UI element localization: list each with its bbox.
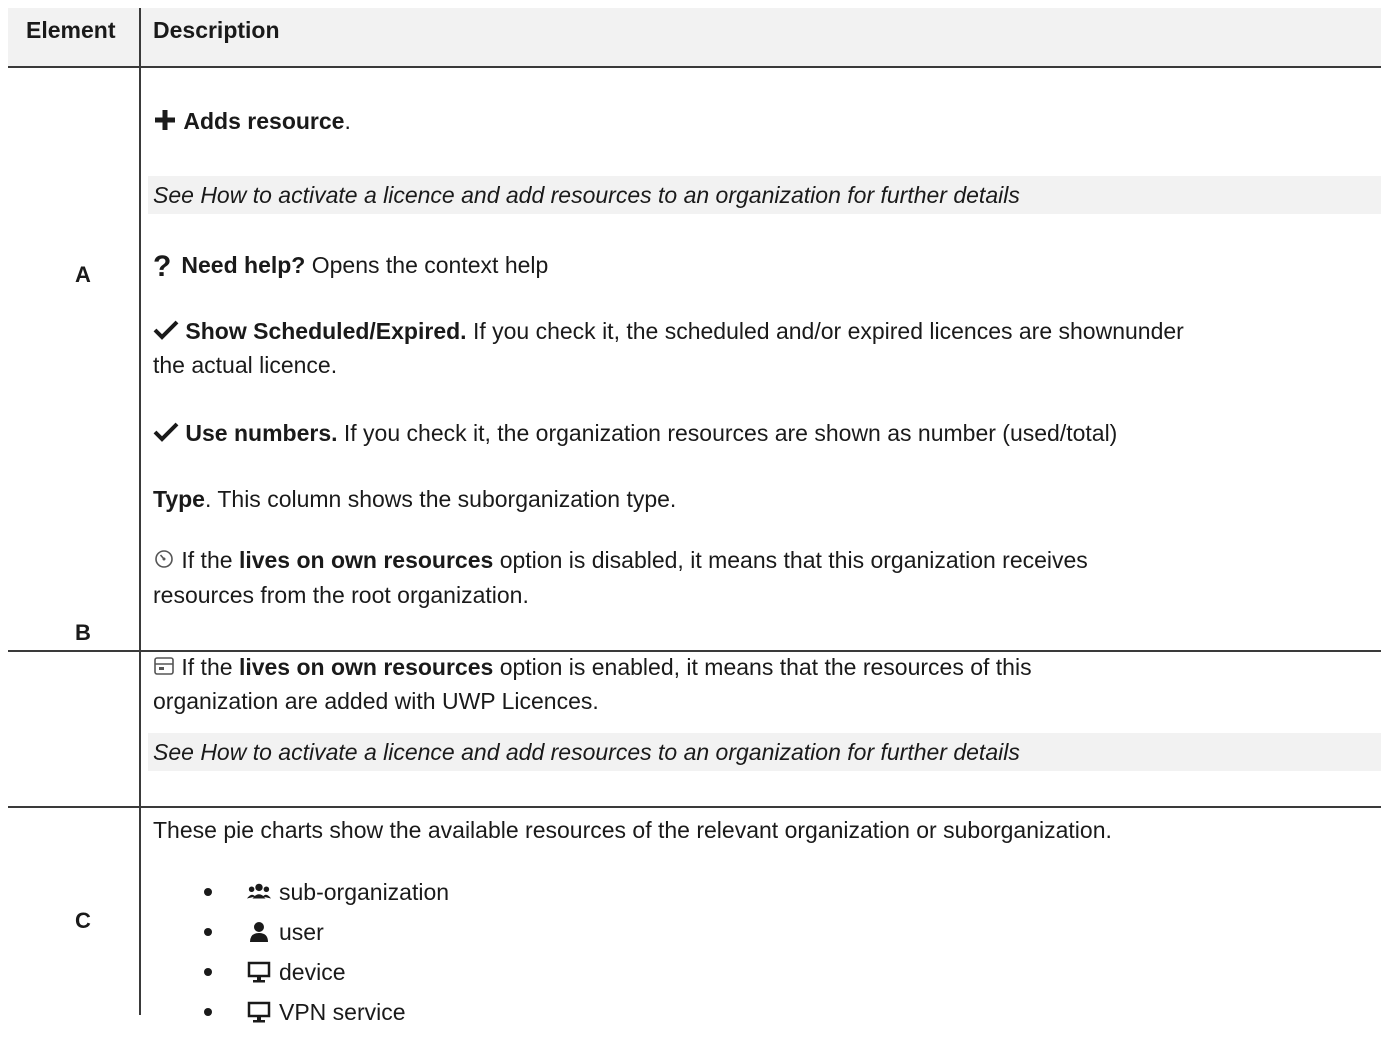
question-mark-icon: ? xyxy=(153,250,172,283)
adds-resource-line: Adds resource. xyxy=(153,108,351,138)
use-numbers-text: If you check it, the organization resour… xyxy=(337,420,1118,446)
need-help-text: Opens the context help xyxy=(305,252,549,279)
checkmark-icon xyxy=(153,421,179,449)
type-label: Type xyxy=(153,486,205,512)
plus-icon xyxy=(153,108,177,138)
type-text: . This column shows the suborganization … xyxy=(204,486,677,512)
use-numbers-line: Use numbers. If you check it, the organi… xyxy=(153,420,1117,449)
disabled-line: If the lives on own resources option is … xyxy=(153,547,1088,576)
gauge-icon xyxy=(153,548,175,576)
enabled-bold: lives on own resources xyxy=(238,654,494,680)
row-divider-b-c xyxy=(8,806,1381,808)
row-c-letter: C xyxy=(75,908,91,933)
column-divider xyxy=(139,8,141,1015)
list-item-label: sub-organization xyxy=(279,878,450,905)
type-line: Type. This column shows the suborganizat… xyxy=(153,486,676,513)
list-item-label: device xyxy=(279,958,346,985)
monitor-icon xyxy=(247,1000,271,1024)
list-item: VPN service xyxy=(153,992,449,1032)
enabled-pre: If the xyxy=(181,654,239,680)
checkmark-icon xyxy=(153,319,179,347)
users-icon xyxy=(247,880,271,904)
list-item: sub-organization xyxy=(153,872,449,912)
show-scheduled-label: Show Scheduled/Expired. xyxy=(185,318,467,344)
enabled-line-2: organization are added with UWP Licences… xyxy=(153,688,599,714)
table-header: Element Description xyxy=(8,8,1381,68)
enabled-line: If the lives on own resources option is … xyxy=(153,654,1032,682)
disabled-pre: If the xyxy=(181,547,239,573)
list-item-label: VPN service xyxy=(279,998,406,1025)
row-divider-a-b xyxy=(8,650,1381,652)
disabled-post: option is disabled, it means that this o… xyxy=(493,547,1088,573)
show-scheduled-text-2: the actual licence. xyxy=(153,352,338,378)
list-item: user xyxy=(153,912,449,952)
enabled-post: option is enabled, it means that the res… xyxy=(493,654,1032,680)
adds-resource-label: Adds resource xyxy=(183,108,345,135)
disabled-line-2: resources from the root organization. xyxy=(153,582,529,608)
resource-list: sub-organization user device VPN service xyxy=(153,872,449,1032)
row-b-letter: B xyxy=(75,620,91,645)
show-scheduled-line: Show Scheduled/Expired. If you check it,… xyxy=(153,318,1184,347)
need-help-line: ? Need help? Opens the context help xyxy=(153,250,548,284)
row-a-letter: A xyxy=(75,262,91,287)
header-element: Element xyxy=(26,17,116,43)
show-scheduled-text: If you check it, the scheduled and/or ex… xyxy=(466,318,1184,344)
see-note-a: See How to activate a licence and add re… xyxy=(153,182,1020,208)
monitor-icon xyxy=(247,960,271,984)
adds-resource-suffix: . xyxy=(344,108,351,135)
pie-intro: These pie charts show the available reso… xyxy=(153,817,1112,843)
header-description: Description xyxy=(153,17,280,43)
use-numbers-label: Use numbers. xyxy=(185,420,338,446)
disabled-bold: lives on own resources xyxy=(238,547,494,573)
box-icon xyxy=(153,655,175,682)
need-help-label: Need help? xyxy=(181,252,306,279)
see-note-b: See How to activate a licence and add re… xyxy=(153,739,1020,765)
user-icon xyxy=(247,920,271,944)
list-item: device xyxy=(153,952,449,992)
list-item-label: user xyxy=(279,918,324,945)
